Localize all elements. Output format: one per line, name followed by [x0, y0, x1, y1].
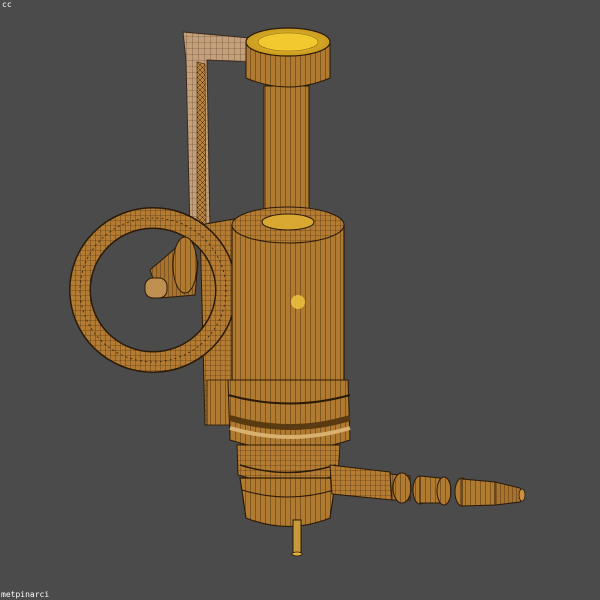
- spindle: [263, 85, 310, 227]
- top-cap: [245, 27, 331, 88]
- hex-nut: [227, 379, 351, 451]
- outlet-pipe: [329, 464, 526, 507]
- lower-neck: [236, 444, 341, 483]
- body-cylinder: [231, 206, 345, 402]
- 3d-viewport[interactable]: cc metpinarci: [0, 0, 600, 600]
- bracket: [182, 31, 251, 233]
- credit-label: metpinarci: [1, 590, 50, 599]
- corner-label: cc: [2, 0, 12, 9]
- model-render[interactable]: [0, 0, 600, 600]
- base-cup: [239, 477, 337, 557]
